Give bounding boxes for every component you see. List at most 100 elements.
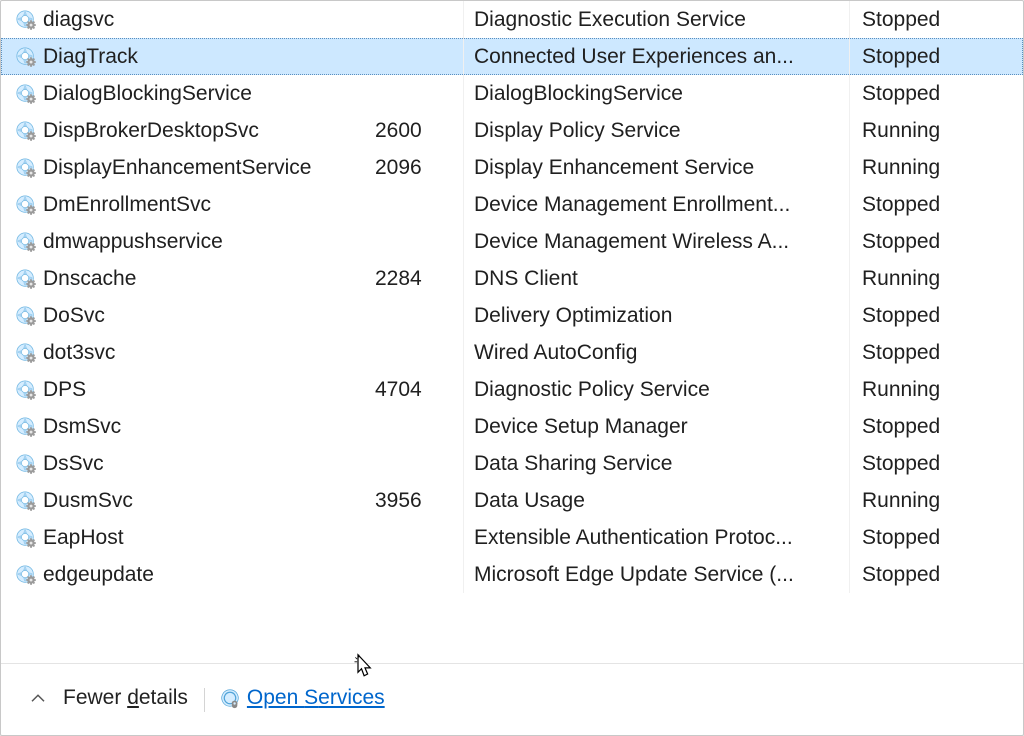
service-name-cell: Dnscache: [15, 267, 375, 291]
open-services-link[interactable]: Open Services: [219, 686, 385, 710]
service-gear-icon: [15, 564, 37, 586]
open-prefix: Open: [247, 686, 304, 709]
service-row[interactable]: DialogBlockingService DialogBlockingServi…: [1, 75, 1023, 112]
service-gear-icon: [15, 83, 37, 105]
service-gear-icon: [219, 687, 241, 709]
service-row[interactable]: DoSvcDelivery OptimizationStopped: [1, 297, 1023, 334]
service-name-cell: EapHost: [15, 526, 375, 550]
service-name: DsSvc: [43, 452, 104, 476]
service-description-cell: DialogBlockingService: [463, 75, 849, 112]
service-name: Dnscache: [43, 267, 136, 291]
service-description-cell: Data Usage: [463, 482, 849, 519]
service-description-cell: Wired AutoConfig: [463, 334, 849, 371]
service-row[interactable]: diagsvcDiagnostic Execution ServiceStopp…: [1, 1, 1023, 38]
service-row[interactable]: dmwappushservice Device Management Wirele…: [1, 223, 1023, 260]
service-row[interactable]: DispBrokerDesktopSvc 2600Display Policy S…: [1, 112, 1023, 149]
service-pid-cell: [375, 445, 463, 482]
service-gear-icon: [15, 9, 37, 31]
task-manager-services-panel: diagsvcDiagnostic Execution ServiceStopp…: [0, 0, 1024, 736]
service-gear-icon: [15, 527, 37, 549]
service-status-cell: Running: [849, 260, 997, 297]
service-gear-icon: [15, 305, 37, 327]
service-name: DispBrokerDesktopSvc: [43, 119, 259, 143]
service-gear-icon: [15, 342, 37, 364]
service-description-cell: Connected User Experiences an...: [463, 38, 849, 75]
service-description-cell: Diagnostic Policy Service: [463, 371, 849, 408]
footer-bar: Fewer details Open Services: [1, 663, 1023, 735]
service-name: DmEnrollmentSvc: [43, 193, 211, 217]
service-status-cell: Running: [849, 112, 997, 149]
service-name: DsmSvc: [43, 415, 121, 439]
service-pid-cell: [375, 186, 463, 223]
service-pid-cell: [375, 334, 463, 371]
service-pid-cell: [375, 519, 463, 556]
service-description-cell: DNS Client: [463, 260, 849, 297]
service-description-cell: Display Enhancement Service: [463, 149, 849, 186]
service-name-cell: edgeupdate: [15, 563, 375, 587]
service-name: DoSvc: [43, 304, 105, 328]
service-status-cell: Running: [849, 482, 997, 519]
fewer-details-button[interactable]: Fewer details: [63, 686, 188, 710]
service-status-cell: Stopped: [849, 223, 997, 260]
service-row[interactable]: dot3svcWired AutoConfigStopped: [1, 334, 1023, 371]
service-name-cell: DPS: [15, 378, 375, 402]
service-name: DPS: [43, 378, 86, 402]
footer-divider: [204, 688, 205, 712]
chevron-up-icon[interactable]: [29, 690, 47, 708]
service-row[interactable]: DisplayEnhancementService2096Display Enh…: [1, 149, 1023, 186]
service-status-cell: Stopped: [849, 519, 997, 556]
service-description-cell: Device Management Enrollment...: [463, 186, 849, 223]
service-name: edgeupdate: [43, 563, 154, 587]
service-row[interactable]: DmEnrollmentSvc Device Management Enrollm…: [1, 186, 1023, 223]
service-status-cell: Stopped: [849, 186, 997, 223]
service-gear-icon: [15, 46, 37, 68]
service-row[interactable]: DsSvcData Sharing ServiceStopped: [1, 445, 1023, 482]
service-status-cell: Running: [849, 371, 997, 408]
fewer-prefix: Fewer: [63, 686, 127, 709]
service-status-cell: Stopped: [849, 38, 997, 75]
service-name: EapHost: [43, 526, 124, 550]
service-pid-cell: [375, 408, 463, 445]
service-name-cell: DispBrokerDesktopSvc: [15, 119, 375, 143]
service-status-cell: Stopped: [849, 445, 997, 482]
service-pid-cell: [375, 38, 463, 75]
service-description-cell: Device Management Wireless A...: [463, 223, 849, 260]
service-description-cell: Microsoft Edge Update Service (...: [463, 556, 849, 593]
service-name-cell: DoSvc: [15, 304, 375, 328]
service-name-cell: DsmSvc: [15, 415, 375, 439]
service-name-cell: dmwappushservice: [15, 230, 375, 254]
service-pid-cell: [375, 556, 463, 593]
service-row[interactable]: edgeupdate Microsoft Edge Update Service …: [1, 556, 1023, 593]
service-row[interactable]: DsmSvc Device Setup ManagerStopped: [1, 408, 1023, 445]
service-description-cell: Display Policy Service: [463, 112, 849, 149]
service-gear-icon: [15, 157, 37, 179]
service-row[interactable]: EapHost Extensible Authentication Protoc.…: [1, 519, 1023, 556]
service-pid-cell: 2284: [375, 260, 463, 297]
service-gear-icon: [15, 453, 37, 475]
service-pid-cell: [375, 297, 463, 334]
service-gear-icon: [15, 194, 37, 216]
service-description-cell: Device Setup Manager: [463, 408, 849, 445]
service-description-cell: Extensible Authentication Protoc...: [463, 519, 849, 556]
service-name-cell: DialogBlockingService: [15, 82, 375, 106]
services-list[interactable]: diagsvcDiagnostic Execution ServiceStopp…: [1, 1, 1023, 663]
open-ul: S: [304, 686, 318, 709]
service-row[interactable]: DPS4704Diagnostic Policy ServiceRunning: [1, 371, 1023, 408]
service-pid-cell: 2600: [375, 112, 463, 149]
fewer-ul: d: [127, 686, 139, 709]
service-row[interactable]: DusmSvc3956Data UsageRunning: [1, 482, 1023, 519]
service-gear-icon: [15, 490, 37, 512]
service-name: DusmSvc: [43, 489, 133, 513]
service-name: DiagTrack: [43, 45, 138, 69]
service-pid-cell: 2096: [375, 149, 463, 186]
service-pid-cell: [375, 223, 463, 260]
service-name: DialogBlockingService: [43, 82, 252, 106]
service-status-cell: Stopped: [849, 297, 997, 334]
service-status-cell: Stopped: [849, 408, 997, 445]
service-gear-icon: [15, 231, 37, 253]
fewer-suffix: etails: [139, 686, 188, 709]
service-row[interactable]: Dnscache 2284DNS ClientRunning: [1, 260, 1023, 297]
service-name: diagsvc: [43, 8, 114, 32]
service-name-cell: DmEnrollmentSvc: [15, 193, 375, 217]
service-row[interactable]: DiagTrack Connected User Experiences an..…: [1, 38, 1023, 75]
